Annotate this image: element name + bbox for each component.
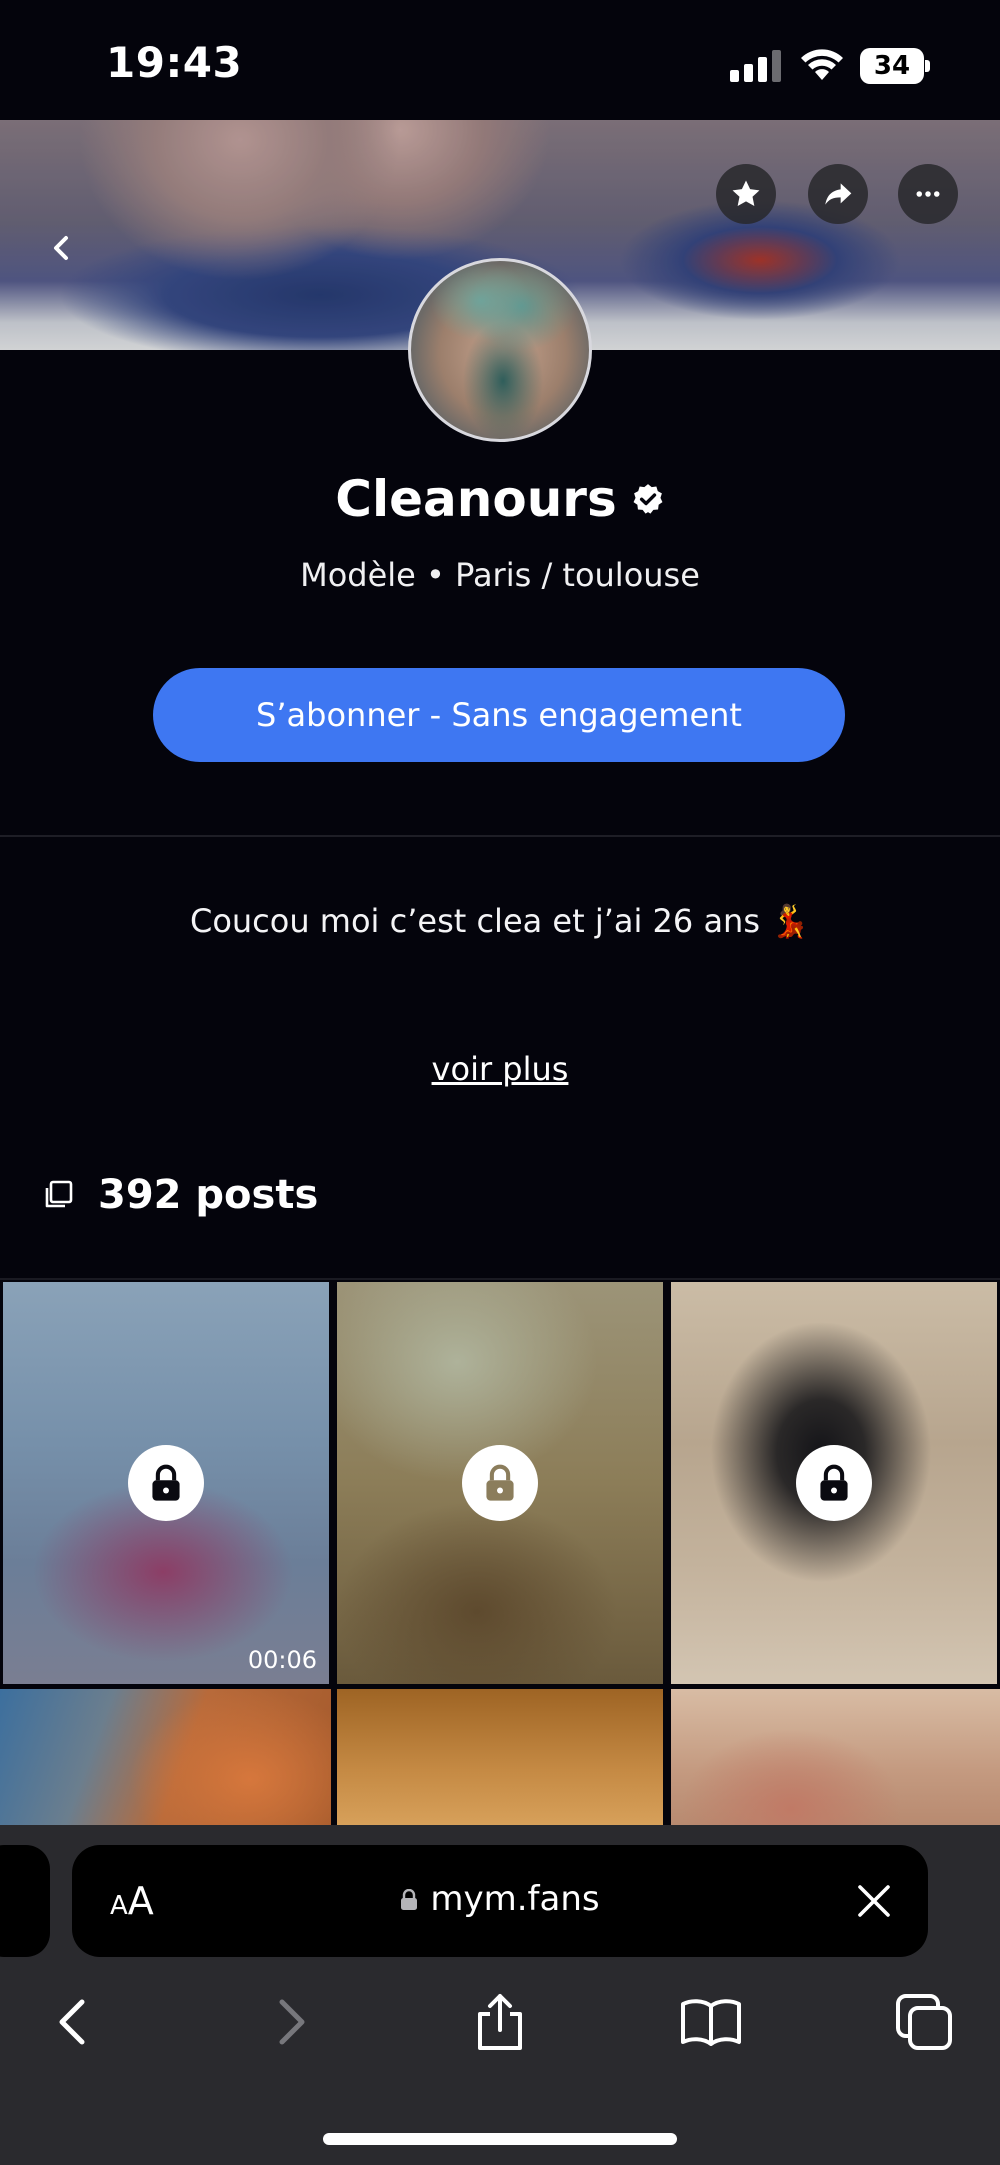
secure-lock-icon: [401, 1889, 418, 1910]
post-tile[interactable]: [337, 1282, 663, 1684]
post-tile[interactable]: [671, 1689, 1000, 1825]
browser-toolbar: AA mym.fans: [0, 1825, 1000, 2165]
close-icon[interactable]: [854, 1881, 894, 1921]
cellular-signal-icon: [730, 50, 782, 82]
more-options-button[interactable]: [898, 164, 958, 224]
star-icon: [732, 180, 760, 207]
posts-count: 392 posts: [98, 1172, 319, 1218]
battery-level: 34: [860, 48, 924, 84]
lock-badge: [796, 1445, 872, 1521]
video-duration: 00:06: [247, 1646, 317, 1674]
share-profile-button[interactable]: [808, 164, 868, 224]
url-display[interactable]: mym.fans: [72, 1879, 928, 1919]
battery-icon: 34: [860, 48, 930, 84]
post-tile[interactable]: [337, 1689, 663, 1825]
profile-bio: Coucou moi c’est clea et j’ai 26 ans 💃: [189, 902, 811, 940]
previous-tab-preview[interactable]: [0, 1845, 50, 1957]
share-icon: [825, 183, 852, 205]
profile-subtitle: Modèle • Paris / toulouse: [300, 556, 700, 594]
wifi-icon: [801, 49, 843, 80]
profile-name-row: Cleanours: [0, 470, 1000, 528]
posts-count-row: 392 posts: [42, 1172, 318, 1218]
subscribe-button[interactable]: S’abonner - Sans engagement: [153, 668, 845, 762]
home-indicator: [323, 2133, 677, 2145]
posts-stack-icon: [45, 1180, 73, 1208]
divider: [0, 1278, 1000, 1280]
share-sheet-icon[interactable]: [468, 1990, 532, 2054]
post-tile[interactable]: [671, 1282, 997, 1684]
back-chevron-icon[interactable]: [44, 230, 80, 266]
lock-badge: [462, 1445, 538, 1521]
bookmarks-icon[interactable]: [679, 1990, 743, 2054]
post-tile[interactable]: 00:06: [3, 1282, 329, 1684]
status-bar: 19:43 34: [0, 0, 1000, 120]
see-more-link[interactable]: voir plus: [0, 1050, 1000, 1088]
url-text: mym.fans: [430, 1879, 600, 1919]
more-icon: [916, 191, 940, 197]
profile-name: Cleanours: [335, 470, 617, 528]
post-tile[interactable]: [0, 1689, 331, 1825]
lock-icon: [152, 1464, 180, 1501]
tabs-icon[interactable]: [892, 1990, 956, 2054]
lock-icon: [486, 1464, 514, 1501]
browser-back-icon[interactable]: [42, 1990, 106, 2054]
status-time: 19:43: [106, 38, 243, 87]
divider: [0, 835, 1000, 837]
avatar[interactable]: [408, 258, 592, 442]
verified-badge-icon: [633, 484, 663, 514]
address-bar[interactable]: AA mym.fans: [72, 1845, 928, 1957]
lock-badge: [128, 1445, 204, 1521]
browser-forward-icon[interactable]: [258, 1990, 322, 2054]
lock-icon: [820, 1464, 848, 1501]
favorite-button[interactable]: [716, 164, 776, 224]
